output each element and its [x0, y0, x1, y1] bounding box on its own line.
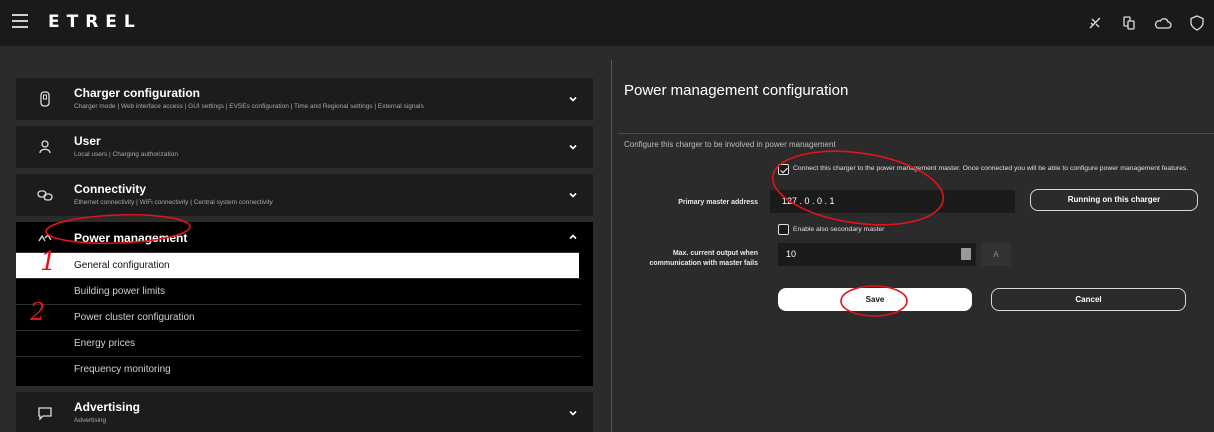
- shield-icon[interactable]: [1180, 0, 1214, 46]
- cancel-button[interactable]: Cancel: [991, 288, 1186, 311]
- section-power-management: Power management General configuration B…: [16, 222, 593, 386]
- submenu-building-power-limits[interactable]: Building power limits: [16, 278, 581, 304]
- top-bar: ETREL: [0, 0, 1214, 46]
- section-subtitle: Charger mode | Web interface access | GU…: [74, 103, 424, 110]
- max-current-input[interactable]: 10: [778, 243, 976, 266]
- submenu-label: Power cluster configuration: [74, 312, 195, 323]
- chevron-down-icon[interactable]: [567, 93, 579, 105]
- primary-address-value: 127 . 0 . 0 . 1: [782, 196, 835, 206]
- section-advertising[interactable]: Advertising Advertising: [16, 392, 593, 432]
- section-title: Advertising: [74, 400, 141, 414]
- submenu-label: Energy prices: [74, 338, 136, 349]
- top-icons: [1078, 0, 1214, 46]
- chevron-down-icon[interactable]: [567, 189, 579, 201]
- connect-master-checkbox[interactable]: [778, 164, 789, 175]
- secondary-master-label: Enable also secondary master: [793, 226, 885, 233]
- power-arrows-icon: [38, 234, 52, 242]
- secondary-master-checkbox[interactable]: [778, 224, 789, 235]
- stepper-icon[interactable]: [961, 248, 971, 260]
- section-title: User: [74, 134, 101, 148]
- signal-off-icon[interactable]: [1078, 0, 1112, 46]
- brand-logo: ETREL: [48, 12, 142, 32]
- primary-address-input[interactable]: 127 . 0 . 0 . 1: [770, 190, 1015, 213]
- connect-master-label: Connect this charger to the power manage…: [793, 165, 1189, 172]
- section-user[interactable]: User Local users | Charging authorizatio…: [16, 126, 593, 168]
- submenu-label: Frequency monitoring: [74, 364, 171, 375]
- section-subtitle: Advertising: [74, 417, 107, 424]
- message-icon: [38, 407, 52, 421]
- section-connectivity[interactable]: Connectivity Ethernet connectivity | WiF…: [16, 174, 593, 216]
- submenu-power-cluster-configuration[interactable]: Power cluster configuration: [16, 304, 581, 330]
- title-divider: [618, 133, 1214, 134]
- max-current-label: Max. current output when communication w…: [649, 250, 758, 267]
- charger-icon: [40, 91, 50, 107]
- user-icon: [39, 140, 51, 154]
- page-title: Power management configuration: [624, 82, 849, 99]
- unit-label: A: [981, 243, 1011, 266]
- chevron-down-icon[interactable]: [567, 407, 579, 419]
- submenu-general-configuration[interactable]: General configuration: [16, 252, 579, 278]
- section-charger-configuration[interactable]: Charger configuration Charger mode | Web…: [16, 78, 593, 120]
- chevron-up-icon[interactable]: [567, 231, 579, 243]
- submenu-frequency-monitoring[interactable]: Frequency monitoring: [16, 356, 581, 386]
- settings-sidebar: Charger configuration Charger mode | Web…: [16, 78, 593, 432]
- submenu-label: General configuration: [74, 260, 170, 271]
- max-current-value: 10: [786, 249, 797, 259]
- section-subtitle: Local users | Charging authorization: [74, 151, 178, 158]
- submenu-energy-prices[interactable]: Energy prices: [16, 330, 581, 356]
- section-title: Power management: [74, 231, 188, 245]
- devices-icon[interactable]: [1112, 0, 1146, 46]
- section-subtitle: Ethernet connectivity | WiFi connectivit…: [74, 199, 273, 206]
- chevron-down-icon[interactable]: [567, 141, 579, 153]
- panel-description: Configure this charger to be involved in…: [624, 140, 836, 149]
- link-icon: [37, 190, 53, 201]
- hamburger-menu-icon[interactable]: [12, 14, 28, 28]
- power-management-header[interactable]: Power management: [16, 222, 593, 252]
- running-on-charger-button[interactable]: Running on this charger: [1030, 189, 1198, 211]
- panel-divider: [611, 60, 612, 432]
- annotation-ellipse-connect: [771, 150, 945, 226]
- cloud-icon[interactable]: [1146, 0, 1180, 46]
- save-button[interactable]: Save: [778, 288, 972, 311]
- primary-address-label: Primary master address: [678, 199, 758, 206]
- section-title: Connectivity: [74, 182, 147, 196]
- submenu-label: Building power limits: [74, 286, 166, 297]
- section-title: Charger configuration: [74, 86, 201, 100]
